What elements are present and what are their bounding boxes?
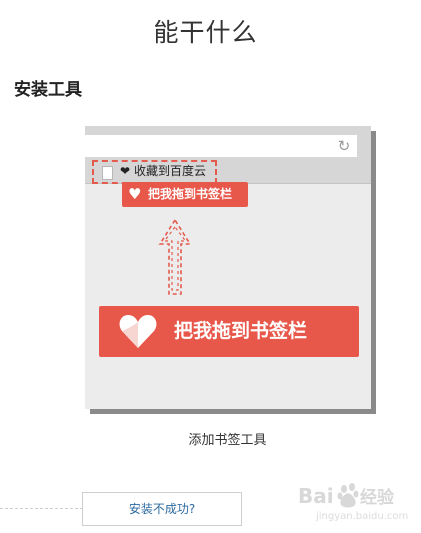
watermark-logo: Bai 经验 jingyan.baidu.com: [298, 483, 408, 522]
illustration-caption: 添加书签工具: [188, 433, 267, 448]
drag-tag-label: 把我拖到书签栏: [148, 187, 233, 201]
heart-icon: ❤: [120, 164, 131, 178]
drag-button-label: 把我拖到书签栏: [174, 320, 308, 342]
section-title: 安装工具: [14, 80, 82, 100]
svg-text:经验: 经验: [360, 487, 395, 508]
bookmark-illustration: ↻ ❤ 收藏到百度云 ♥ 把我拖到书签栏 把我拖到书签栏: [85, 126, 371, 409]
heart-icon: ♥: [128, 185, 142, 203]
svg-text:Bai: Bai: [298, 484, 334, 508]
page-icon: [102, 166, 113, 180]
bookmark-label: 收藏到百度云: [134, 164, 207, 178]
reload-icon: ↻: [337, 137, 351, 155]
page-title: 能干什么: [153, 18, 258, 47]
heart-icon: [119, 315, 157, 348]
address-bar: [85, 135, 357, 157]
install-failed-button[interactable]: 安装不成功?: [82, 492, 242, 526]
divider: [0, 508, 83, 509]
svg-text:jingyan.baidu.com: jingyan.baidu.com: [315, 511, 408, 522]
drag-bookmark-tag: ♥ 把我拖到书签栏: [122, 182, 248, 207]
drag-up-arrow-icon: [158, 218, 192, 295]
drag-to-bookmarks-button[interactable]: 把我拖到书签栏: [99, 306, 359, 357]
